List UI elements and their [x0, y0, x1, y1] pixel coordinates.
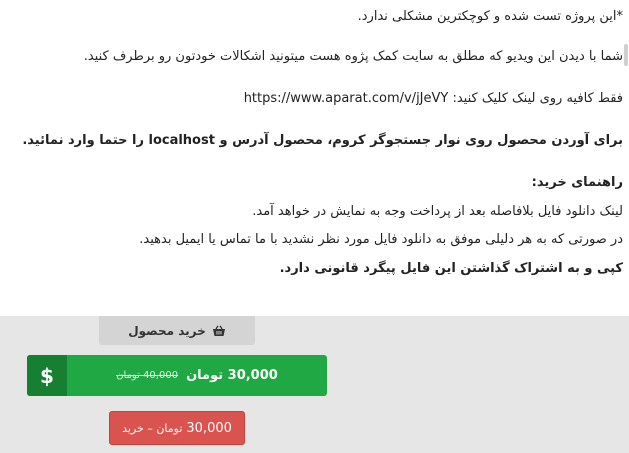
purchase-guide-download: لینک دانلود فایل بلافاصله بعد از پرداخت … [252, 204, 623, 219]
buy-button-amount: 30,000 [186, 420, 232, 436]
basket-icon [212, 324, 226, 337]
buy-button[interactable]: 30,000 تومان – خرید [109, 411, 245, 445]
scrollbar-thumb[interactable] [624, 44, 628, 66]
description-line-video: شما با دیدن این ویدیو که مطلق به سایت کم… [83, 49, 623, 64]
dollar-icon: $ [27, 355, 67, 396]
buy-product-button[interactable]: خرید محصول [99, 316, 255, 345]
price-bar[interactable]: $ 30,000 تومان 40,000 تومان [27, 355, 327, 396]
description-line-localhost: برای آوردن محصول روی نوار جستجوگر کروم، … [22, 133, 623, 148]
current-price: 30,000 تومان [186, 368, 278, 383]
description-line-link[interactable]: فقط کافیه روی لینک کلیک کنید: https://ww… [244, 90, 623, 108]
scrollbar[interactable] [623, 0, 629, 316]
description-line-tested: *این پروژه تست شده و کوچکترین مشکلی ندار… [357, 9, 623, 24]
price-display: 30,000 تومان 40,000 تومان [67, 368, 327, 383]
buy-product-label: خرید محصول [128, 323, 206, 338]
product-description: *این پروژه تست شده و کوچکترین مشکلی ندار… [0, 0, 629, 316]
buy-button-label: تومان – خرید [122, 421, 183, 435]
current-price-amount: 30,000 [227, 368, 278, 383]
old-price: 40,000 تومان [116, 370, 179, 381]
current-price-unit: تومان [186, 368, 224, 383]
purchase-guide-copyright: کپی و به اشتراک گذاشتن این فایل پیگرد قا… [279, 261, 623, 276]
purchase-guide-contact: در صورتی که به هر دلیلی موفق به دانلود ف… [139, 232, 623, 247]
purchase-guide-heading: راهنمای خرید: [531, 175, 623, 190]
